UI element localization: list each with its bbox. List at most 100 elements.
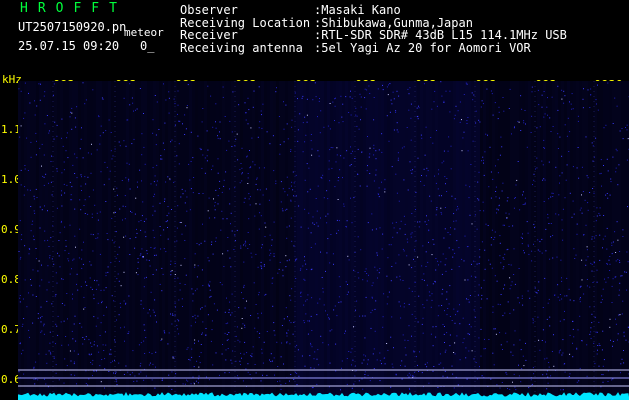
noise-speckle (392, 366, 394, 368)
noise-speckle (66, 132, 68, 134)
noise-speckle (229, 188, 230, 190)
noise-speckle (446, 298, 448, 300)
noise-speckle (458, 247, 460, 249)
noise-speckle (618, 314, 620, 316)
noise-speckle (411, 213, 413, 214)
noise-speckle (547, 97, 548, 99)
noise-speckle (69, 181, 71, 183)
noise-column (126, 81, 129, 400)
noise-speckle (92, 189, 94, 191)
noise-speckle (334, 186, 336, 188)
noise-column (498, 81, 501, 400)
noise-speckle (527, 245, 529, 247)
noise-speckle (128, 295, 130, 297)
noise-speckle (438, 363, 440, 365)
noise-speckle (93, 344, 95, 346)
noise-speckle (128, 178, 130, 180)
noise-speckle (66, 137, 68, 139)
noise-speckle (217, 203, 219, 205)
noise-speckle (379, 380, 381, 382)
noise-speckle (411, 172, 413, 174)
noise-speckle (156, 101, 158, 103)
noise-speckle (564, 95, 566, 97)
noise-speckle (616, 221, 618, 223)
noise-speckle (230, 223, 231, 225)
noise-speckle (593, 192, 595, 194)
noise-speckle (626, 129, 628, 131)
noise-speckle (186, 210, 188, 212)
noise-speckle (480, 307, 482, 309)
noise-speckle (70, 199, 72, 201)
noise-speckle (387, 94, 389, 96)
noise-speckle (71, 112, 73, 114)
noise-layer (18, 81, 629, 400)
noise-speckle (594, 237, 596, 239)
noise-speckle (98, 351, 100, 353)
noise-speckle (609, 318, 611, 320)
noise-speckle (441, 95, 443, 97)
noise-speckle (397, 131, 399, 133)
noise-speckle (390, 99, 392, 101)
noise-speckle (221, 284, 223, 286)
noise-speckle (538, 281, 540, 283)
noise-speckle (408, 303, 410, 305)
noise-speckle (438, 169, 440, 171)
noise-speckle (58, 255, 60, 257)
noise-column (219, 81, 222, 400)
noise-speckle (209, 296, 211, 298)
noise-speckle (293, 321, 295, 323)
noise-speckle (43, 325, 45, 327)
noise-speckle (462, 137, 464, 139)
noise-speckle (577, 329, 579, 331)
noise-speckle (162, 273, 164, 275)
noise-speckle (508, 108, 510, 109)
noise-speckle (137, 267, 139, 269)
noise-speckle (306, 268, 308, 270)
noise-speckle (81, 190, 82, 191)
noise-speckle (129, 104, 131, 106)
noise-speckle (135, 272, 137, 274)
noise-speckle (558, 350, 560, 352)
noise-speckle (474, 214, 476, 216)
noise-speckle (290, 151, 292, 152)
noise-speckle (102, 344, 104, 346)
noise-speckle (106, 166, 108, 168)
noise-speckle (282, 275, 284, 277)
noise-speckle (585, 136, 587, 138)
noise-speckle (204, 172, 206, 174)
noise-speckle (475, 110, 477, 112)
noise-speckle (217, 195, 219, 197)
noise-speckle (129, 83, 131, 85)
noise-speckle (212, 126, 214, 128)
noise-speckle (561, 354, 563, 356)
noise-speckle (541, 340, 543, 341)
noise-column (321, 81, 324, 400)
noise-speckle (579, 286, 581, 288)
noise-speckle (610, 178, 612, 180)
noise-speckle (335, 370, 337, 372)
noise-speckle (55, 372, 57, 374)
noise-column (450, 81, 453, 400)
noise-speckle (483, 348, 485, 350)
noise-speckle (541, 160, 543, 162)
noise-speckle (83, 205, 85, 206)
noise-speckle (441, 162, 443, 164)
noise-speckle (586, 246, 588, 248)
noise-column (378, 81, 381, 400)
noise-speckle (432, 283, 434, 285)
noise-speckle (390, 244, 392, 246)
noise-speckle (437, 260, 439, 262)
noise-speckle (35, 188, 37, 190)
noise-speckle (519, 339, 521, 341)
noise-speckle (435, 326, 437, 328)
noise-speckle (467, 299, 469, 300)
noise-speckle (518, 364, 519, 366)
noise-speckle (406, 238, 408, 240)
noise-speckle (421, 372, 423, 374)
noise-speckle (43, 333, 45, 335)
noise-speckle (266, 374, 268, 376)
noise-speckle (589, 306, 591, 308)
noise-speckle (354, 158, 356, 159)
noise-speckle (479, 210, 481, 212)
noise-speckle (44, 240, 46, 242)
